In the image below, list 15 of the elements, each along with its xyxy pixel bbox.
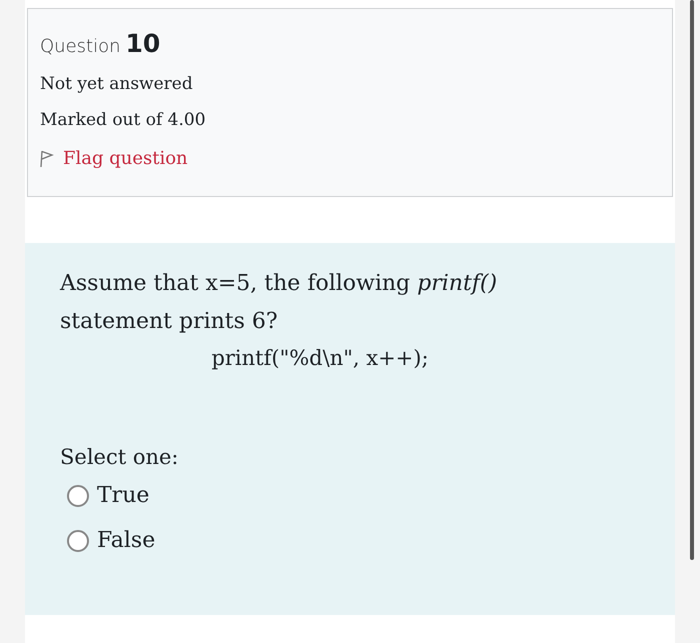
flag-icon[interactable]	[40, 150, 54, 168]
radio-button[interactable]	[67, 484, 89, 506]
flag-question-link[interactable]: Flag question	[63, 148, 188, 169]
select-prompt: Select one:	[60, 445, 180, 469]
question-number: 10	[126, 29, 160, 58]
marks-text: Marked out of 4.00	[40, 110, 207, 130]
option-label[interactable]: True	[97, 483, 150, 508]
option-label[interactable]: False	[97, 528, 156, 553]
question-text: Assume that x=5, the following printf()	[60, 270, 498, 298]
answer-status: Not yet answered	[40, 74, 194, 94]
scrollbar[interactable]	[690, 0, 694, 560]
code-line: printf("%d\n", x++);	[210, 345, 430, 372]
question-text: statement prints 6?	[60, 308, 279, 336]
question-label: Question	[40, 36, 121, 57]
radio-button[interactable]	[67, 530, 89, 552]
